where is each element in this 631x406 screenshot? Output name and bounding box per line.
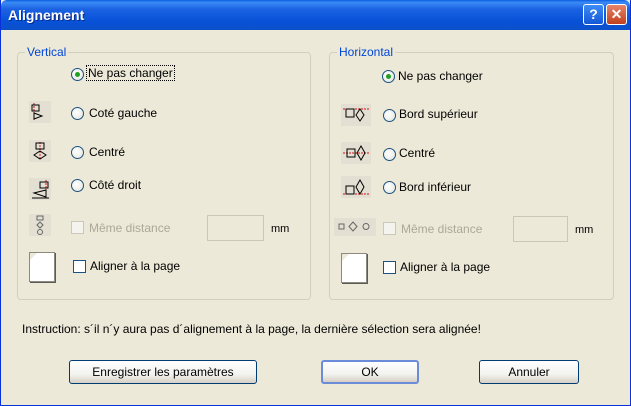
align-right-icon <box>29 178 51 200</box>
window-title: Alignement <box>8 7 85 23</box>
save-settings-button[interactable]: Enregistrer les paramètres <box>69 360 257 384</box>
horizontal-same-distance-checkbox[interactable] <box>383 222 396 235</box>
align-middle-icon <box>341 142 371 164</box>
vertical-align-page-checkbox[interactable] <box>73 260 86 273</box>
horizontal-radio-bottom[interactable] <box>383 181 396 194</box>
horizontal-radio-no-change[interactable] <box>382 70 395 83</box>
horizontal-radio-middle[interactable] <box>383 148 396 161</box>
vertical-label-no-change[interactable]: Ne pas changer <box>86 65 175 81</box>
vertical-distance-unit: mm <box>271 223 290 235</box>
vertical-label-center[interactable]: Centré <box>89 145 125 159</box>
horizontal-label-no-change[interactable]: Ne pas changer <box>398 69 483 83</box>
vertical-legend: Vertical <box>25 45 69 59</box>
vertical-same-distance-label: Même distance <box>89 221 171 235</box>
help-button[interactable]: ? <box>583 4 604 25</box>
horizontal-label-top[interactable]: Bord supérieur <box>399 107 478 121</box>
vertical-radio-center[interactable] <box>71 146 84 159</box>
horizontal-label-bottom[interactable]: Bord inférieur <box>399 180 471 194</box>
page-icon <box>29 252 55 282</box>
vertical-radio-no-change[interactable] <box>71 68 84 81</box>
vertical-distance-input[interactable] <box>207 215 264 241</box>
align-left-icon <box>29 101 51 123</box>
horizontal-legend: Horizontal <box>337 45 396 59</box>
vertical-radio-right[interactable] <box>71 179 84 192</box>
instruction-text: Instruction: s´il n´y aura pas d´alignem… <box>22 322 481 336</box>
close-icon: ✕ <box>610 6 623 22</box>
distribute-horizontal-icon <box>334 218 376 236</box>
cancel-button[interactable]: Annuler <box>479 360 579 384</box>
horizontal-same-distance-label: Même distance <box>401 222 483 236</box>
vertical-label-left[interactable]: Coté gauche <box>89 106 157 120</box>
vertical-radio-left[interactable] <box>71 107 84 120</box>
ok-button[interactable]: OK <box>321 360 419 384</box>
horizontal-align-page-label[interactable]: Aligner à la page <box>400 260 490 274</box>
close-button[interactable]: ✕ <box>606 4 627 25</box>
vertical-same-distance-checkbox[interactable] <box>71 221 84 234</box>
horizontal-distance-unit: mm <box>575 224 594 236</box>
align-center-icon <box>29 140 51 162</box>
vertical-label-right[interactable]: Côté droit <box>89 178 141 192</box>
alignment-dialog: Alignement ? ✕ Vertical Ne pas changer C… <box>0 0 631 406</box>
align-bottom-icon <box>341 176 371 198</box>
horizontal-distance-input[interactable] <box>513 216 568 242</box>
title-bar[interactable]: Alignement ? ✕ <box>1 0 630 30</box>
help-icon: ? <box>589 6 598 22</box>
horizontal-label-middle[interactable]: Centré <box>399 146 435 160</box>
distribute-vertical-icon <box>29 214 51 236</box>
horizontal-align-page-checkbox[interactable] <box>383 261 396 274</box>
page-icon <box>341 253 367 283</box>
align-top-icon <box>341 104 371 126</box>
horizontal-radio-top[interactable] <box>383 109 396 122</box>
vertical-align-page-label[interactable]: Aligner à la page <box>90 259 180 273</box>
